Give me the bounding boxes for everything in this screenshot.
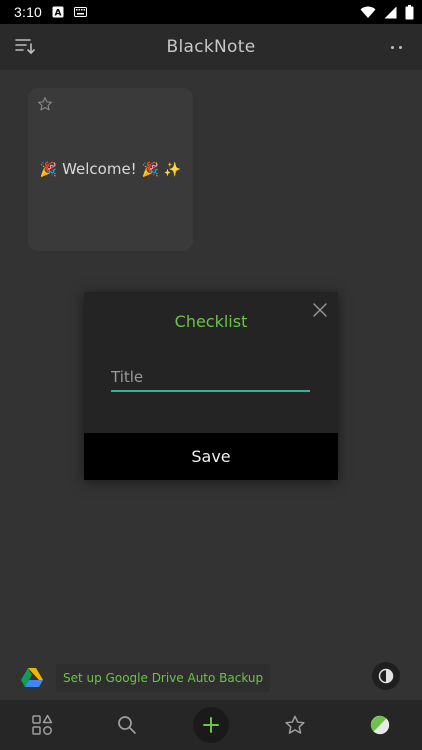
- note-title: 🎉 Welcome! 🎉 ✨: [28, 160, 193, 178]
- backup-link[interactable]: Set up Google Drive Auto Backup: [56, 664, 271, 692]
- bottom-nav: [0, 700, 422, 750]
- brightness-icon[interactable]: [372, 662, 400, 690]
- palette-icon[interactable]: [360, 705, 400, 745]
- categories-icon[interactable]: [22, 705, 62, 745]
- star-outline-icon[interactable]: [37, 96, 53, 112]
- note-card[interactable]: 🎉 Welcome! 🎉 ✨: [28, 88, 193, 251]
- title-input[interactable]: [111, 364, 310, 392]
- more-icon[interactable]: [384, 36, 408, 58]
- backup-row: Set up Google Drive Auto Backup: [0, 660, 422, 696]
- google-drive-icon[interactable]: [21, 667, 43, 687]
- note-title-text: Welcome!: [62, 160, 137, 178]
- app-bar: BlackNote: [0, 24, 422, 70]
- more-dot: [398, 45, 402, 49]
- plus-icon: [192, 707, 229, 743]
- party-popper-emoji: 🎉: [141, 162, 159, 178]
- signal-icon: [384, 6, 397, 19]
- more-dot: [390, 45, 394, 49]
- dialog-title: Checklist: [174, 312, 248, 331]
- checklist-dialog: Checklist Save: [84, 292, 338, 480]
- app-title: BlackNote: [166, 37, 256, 57]
- add-note-button[interactable]: [191, 705, 231, 745]
- party-popper-emoji: 🎉: [39, 162, 58, 178]
- wifi-icon: [360, 6, 376, 19]
- a-notification-icon: A: [52, 6, 64, 18]
- svg-text:A: A: [55, 9, 62, 19]
- save-button[interactable]: Save: [84, 433, 338, 480]
- status-bar: 3:10 A: [0, 0, 422, 24]
- star-icon[interactable]: [275, 705, 315, 745]
- search-icon[interactable]: [107, 705, 147, 745]
- keyboard-icon: [74, 7, 88, 17]
- status-time: 3:10: [14, 4, 43, 20]
- sparkles-emoji: ✨: [163, 162, 182, 178]
- battery-icon: [405, 4, 414, 20]
